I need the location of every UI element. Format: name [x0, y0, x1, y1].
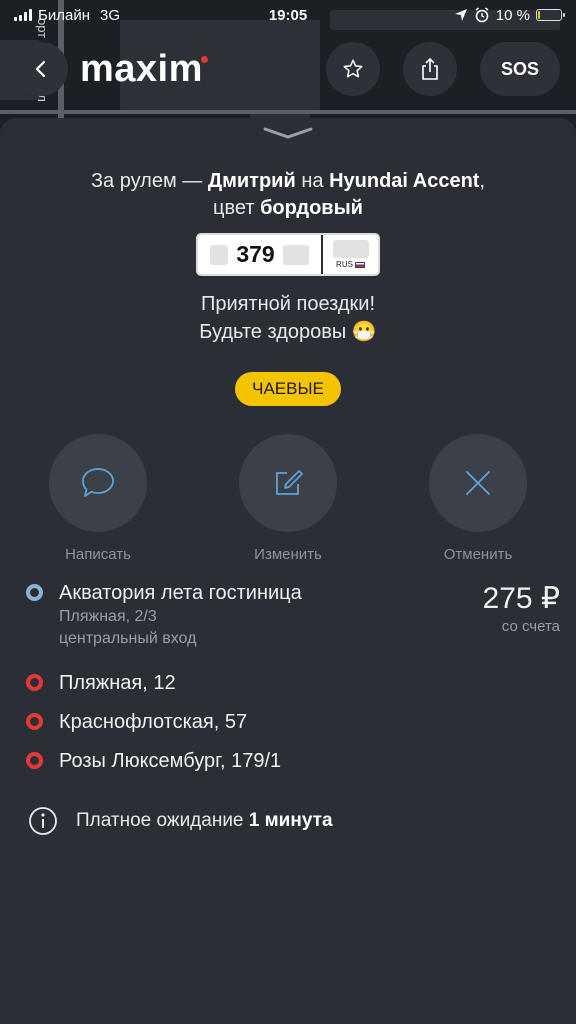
license-plate: 379 RUS: [196, 233, 380, 276]
start-note: центральный вход: [59, 630, 197, 647]
payment-method: со счета: [501, 618, 560, 635]
driver-info: За рулем — Дмитрий на Hyundai Accent, цв…: [0, 168, 576, 222]
status-bar: Билайн 3G 19:05 10 %: [0, 0, 576, 30]
car-model: Hyundai Accent: [329, 170, 480, 192]
mask-emoji-icon: 😷: [351, 321, 377, 343]
russia-flag-icon: [354, 261, 365, 268]
route-stop[interactable]: Краснофлотская, 57: [26, 709, 466, 735]
sheet-handle-icon[interactable]: [262, 126, 314, 140]
stop-title: Краснофлотская, 57: [59, 711, 248, 733]
cancel-action[interactable]: Отменить: [418, 434, 538, 563]
driver-line-2: цвет бордовый: [0, 195, 576, 222]
battery-icon: [536, 9, 565, 21]
stop-title: Розы Люксембург, 179/1: [59, 750, 282, 772]
edit-action[interactable]: Изменить: [228, 434, 348, 563]
cancel-label: Отменить: [443, 546, 513, 563]
info-icon: [29, 807, 57, 835]
plate-main: 379: [198, 235, 323, 274]
network-type: 3G: [99, 6, 120, 24]
route-stop[interactable]: Розы Люксембург, 179/1: [26, 748, 466, 774]
carrier-name: Билайн: [38, 6, 90, 24]
status-time: 19:05: [268, 6, 308, 24]
close-icon: [466, 471, 490, 495]
write-action[interactable]: Написать: [38, 434, 158, 563]
share-icon: [422, 57, 438, 80]
wish-line-1: Приятной поездки!: [200, 293, 376, 315]
price-amount: 275 ₽: [482, 582, 560, 615]
share-button[interactable]: [403, 42, 457, 96]
back-button[interactable]: [14, 42, 68, 96]
status-left: Билайн 3G: [14, 7, 120, 24]
status-right: 10 %: [454, 6, 565, 24]
color-prefix: цвет: [213, 197, 261, 219]
stop-point-icon: [26, 674, 43, 691]
car-prefix: на: [295, 170, 330, 192]
favorite-button[interactable]: [326, 42, 380, 96]
trip-price: 275 ₽ со счета: [483, 581, 560, 635]
stop-point-icon: [26, 752, 43, 769]
location-arrow-icon: [454, 9, 467, 21]
plate-blur: [282, 244, 309, 265]
edit-icon: [276, 470, 303, 495]
star-icon: [343, 59, 363, 78]
car-color: бордовый: [260, 197, 363, 219]
edit-label: Изменить: [254, 546, 322, 563]
battery-percent: 10 %: [495, 6, 530, 24]
waiting-value: 1 минута: [248, 810, 333, 831]
driver-prefix: За рулем —: [90, 170, 208, 192]
start-title: Акватория лета гостиница: [59, 582, 302, 604]
edit-button[interactable]: [239, 434, 337, 532]
start-point-icon: [26, 584, 43, 601]
trip-sheet: За рулем — Дмитрий на Hyundai Accent, цв…: [0, 118, 576, 1024]
sos-button[interactable]: SOS: [480, 42, 560, 96]
paid-waiting-info: Платное ожидание 1 минута: [28, 806, 333, 836]
driver-name: Дмитрий: [207, 170, 296, 192]
waiting-text: Платное ожидание 1 минута: [76, 810, 333, 831]
wish-message: Приятной поездки! Будьте здоровы 😷: [0, 290, 576, 346]
map-road: [0, 110, 576, 114]
chat-bubble-icon: [82, 468, 114, 497]
signal-icon: [14, 9, 32, 21]
cancel-button[interactable]: [429, 434, 527, 532]
maxim-logo: maxim: [80, 48, 203, 90]
write-button[interactable]: [49, 434, 147, 532]
plate-country: RUS: [336, 260, 365, 269]
route-start[interactable]: Акватория лета гостиница Пляжная, 2/3 це…: [26, 580, 466, 650]
write-label: Написать: [65, 546, 131, 563]
driver-line-1: За рулем — Дмитрий на Hyundai Accent,: [0, 168, 576, 195]
plate-region-blur: [332, 240, 369, 258]
stop-point-icon: [26, 713, 43, 730]
chevron-left-icon: [35, 60, 46, 78]
plate-blur: [210, 244, 229, 265]
start-address: Пляжная, 2/3: [59, 608, 157, 625]
tips-button[interactable]: ЧАЕВЫЕ: [235, 372, 341, 406]
plate-region: RUS: [323, 235, 378, 274]
stop-title: Пляжная, 12: [59, 672, 176, 694]
car-suffix: ,: [479, 170, 486, 192]
alarm-icon: [475, 7, 489, 23]
plate-number: 379: [236, 241, 275, 267]
header: maxim SOS: [0, 42, 576, 98]
route-stop[interactable]: Пляжная, 12: [26, 670, 466, 696]
wish-line-2: Будьте здоровы 😷: [199, 321, 377, 343]
